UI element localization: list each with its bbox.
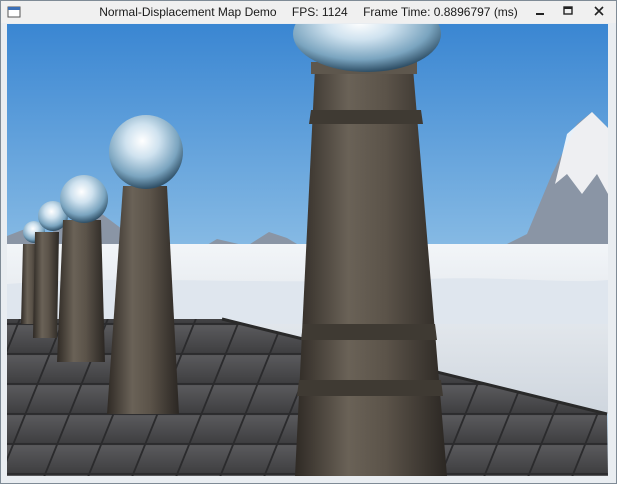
window-border-right	[608, 23, 616, 483]
pillar-1-band-2	[301, 324, 437, 340]
scene-render	[7, 24, 608, 476]
pillar-1-band-1	[309, 110, 423, 124]
pillar-1-band-3	[297, 380, 443, 396]
frame-time-readout: Frame Time: 0.8896797 (ms)	[363, 5, 518, 19]
app-name: Normal-Displacement Map Demo	[99, 5, 277, 19]
pillar-4	[33, 232, 59, 338]
window-border-bottom	[1, 476, 616, 483]
window-border-left	[1, 23, 7, 483]
sphere-3	[60, 175, 108, 223]
maximize-button[interactable]	[554, 1, 582, 21]
minimize-icon	[536, 13, 544, 15]
fps-readout: FPS: 1124	[291, 5, 348, 19]
app-window: Normal-Displacement Map Demo FPS: 1124 F…	[0, 0, 617, 484]
maximize-icon	[563, 6, 573, 15]
window-title: Normal-Displacement Map Demo FPS: 1124 F…	[1, 5, 616, 19]
title-bar[interactable]: Normal-Displacement Map Demo FPS: 1124 F…	[1, 1, 616, 23]
render-viewport[interactable]	[7, 24, 608, 476]
close-button[interactable]	[582, 1, 616, 21]
sphere-2	[109, 115, 183, 189]
pillar-3	[57, 220, 105, 362]
close-icon	[594, 6, 604, 16]
minimize-button[interactable]	[526, 1, 554, 21]
